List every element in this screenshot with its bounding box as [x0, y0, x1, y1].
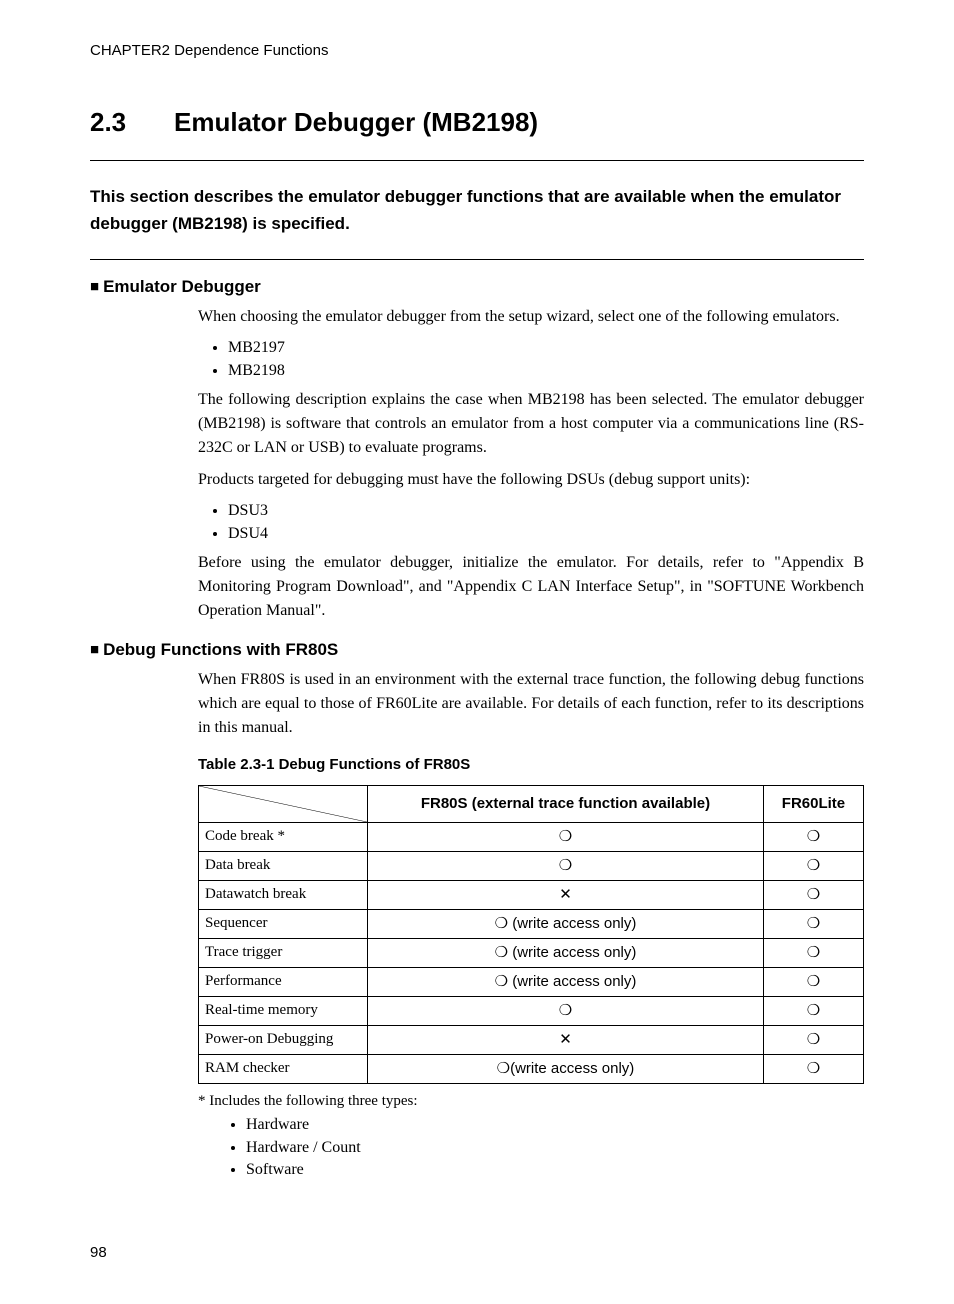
table-row: RAM checker❍(write access only)❍: [199, 1054, 864, 1083]
subheading-text: Debug Functions with FR80S: [103, 640, 338, 659]
list-item: Hardware / Count: [246, 1137, 864, 1159]
row-name: Power-on Debugging: [199, 1025, 368, 1054]
emulator-list: MB2197 MB2198: [198, 337, 864, 382]
table-row: Sequencer❍ (write access only)❍: [199, 909, 864, 938]
row-name: Real-time memory: [199, 996, 368, 1025]
cell-fr80s: ❍: [368, 822, 764, 851]
square-marker-icon: ■: [90, 641, 99, 658]
table-header-empty: [199, 785, 368, 822]
cell-fr60lite: ❍: [763, 909, 863, 938]
cell-fr80s: ✕: [368, 1025, 764, 1054]
cell-fr60lite: ❍: [763, 822, 863, 851]
cell-fr80s: ❍: [368, 996, 764, 1025]
cell-fr60lite: ❍: [763, 1025, 863, 1054]
table-row: Datawatch break✕❍: [199, 880, 864, 909]
paragraph: Before using the emulator debugger, init…: [198, 551, 864, 623]
list-item: Software: [246, 1159, 864, 1181]
table-row: Trace trigger❍ (write access only)❍: [199, 938, 864, 967]
rule-top: [90, 160, 864, 161]
cell-fr80s: ❍ (write access only): [368, 967, 764, 996]
row-name: Trace trigger: [199, 938, 368, 967]
chapter-header: CHAPTER2 Dependence Functions: [90, 40, 864, 63]
paragraph: The following description explains the c…: [198, 388, 864, 460]
cell-fr60lite: ❍: [763, 938, 863, 967]
cell-fr80s: ❍ (write access only): [368, 909, 764, 938]
section-number: 2.3: [90, 103, 174, 142]
table-row: Real-time memory❍❍: [199, 996, 864, 1025]
table-header-fr60lite: FR60Lite: [763, 785, 863, 822]
cell-fr60lite: ❍: [763, 1054, 863, 1083]
list-item: MB2198: [228, 360, 864, 382]
square-marker-icon: ■: [90, 278, 99, 295]
table-caption: Table 2.3-1 Debug Functions of FR80S: [198, 754, 864, 777]
rule-bottom: [90, 259, 864, 260]
cell-fr60lite: ❍: [763, 851, 863, 880]
table-row: Code break *❍❍: [199, 822, 864, 851]
table-header-fr80s: FR80S (external trace function available…: [368, 785, 764, 822]
debug-functions-table: FR80S (external trace function available…: [198, 785, 864, 1084]
subheading-debug-functions: ■Debug Functions with FR80S: [90, 637, 864, 663]
row-name: Performance: [199, 967, 368, 996]
table-row: Power-on Debugging✕❍: [199, 1025, 864, 1054]
subheading-emulator-debugger: ■Emulator Debugger: [90, 274, 864, 300]
row-name: Datawatch break: [199, 880, 368, 909]
table-row: Data break❍❍: [199, 851, 864, 880]
row-name: RAM checker: [199, 1054, 368, 1083]
list-item: DSU4: [228, 523, 864, 545]
page-number: 98: [90, 1242, 864, 1265]
section-title: 2.3Emulator Debugger (MB2198): [90, 103, 864, 142]
list-item: MB2197: [228, 337, 864, 359]
row-name: Sequencer: [199, 909, 368, 938]
paragraph: When FR80S is used in an environment wit…: [198, 668, 864, 740]
cell-fr80s: ✕: [368, 880, 764, 909]
cell-fr80s: ❍ (write access only): [368, 938, 764, 967]
footnote-list: Hardware Hardware / Count Software: [198, 1114, 864, 1181]
table-footnote: * Includes the following three types:: [198, 1090, 864, 1113]
cell-fr60lite: ❍: [763, 880, 863, 909]
cell-fr80s: ❍(write access only): [368, 1054, 764, 1083]
section-title-text: Emulator Debugger (MB2198): [174, 107, 538, 137]
cell-fr60lite: ❍: [763, 996, 863, 1025]
section-summary: This section describes the emulator debu…: [90, 183, 864, 237]
dsu-list: DSU3 DSU4: [198, 500, 864, 545]
paragraph: Products targeted for debugging must hav…: [198, 468, 864, 492]
diagonal-line-icon: [199, 786, 367, 822]
list-item: DSU3: [228, 500, 864, 522]
list-item: Hardware: [246, 1114, 864, 1136]
cell-fr80s: ❍: [368, 851, 764, 880]
subheading-text: Emulator Debugger: [103, 277, 261, 296]
table-row: Performance❍ (write access only)❍: [199, 967, 864, 996]
row-name: Code break *: [199, 822, 368, 851]
cell-fr60lite: ❍: [763, 967, 863, 996]
row-name: Data break: [199, 851, 368, 880]
paragraph: When choosing the emulator debugger from…: [198, 305, 864, 329]
